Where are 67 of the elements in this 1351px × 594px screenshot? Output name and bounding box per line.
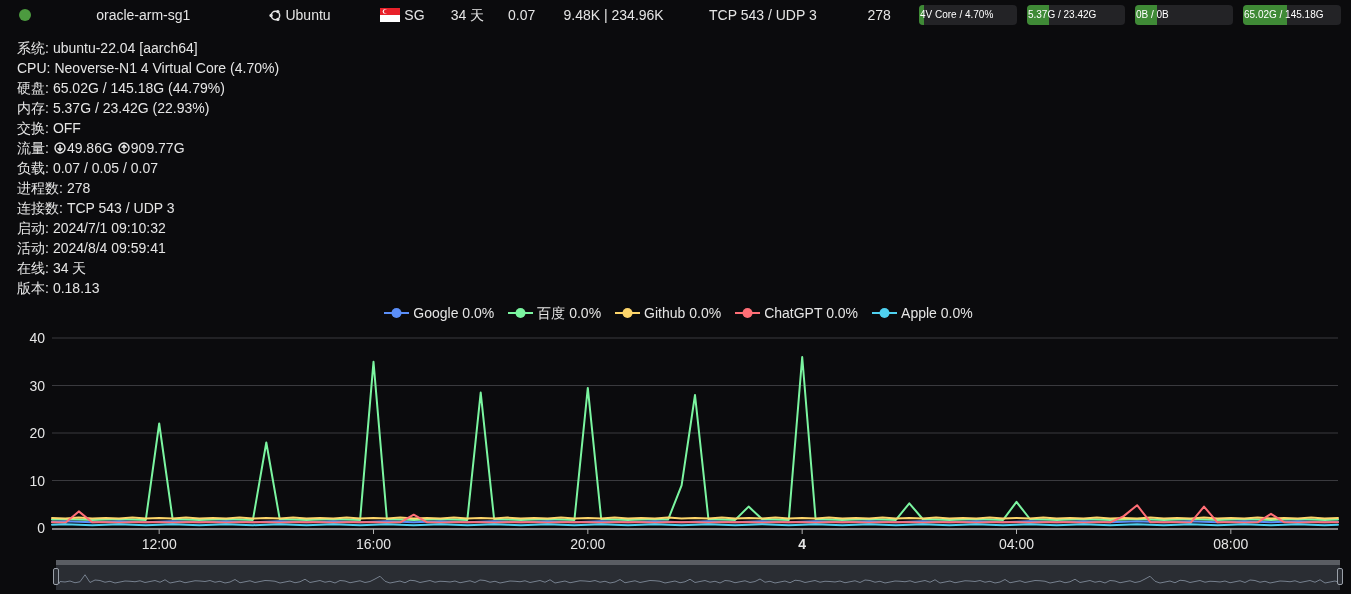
download-value: 49.86G: [66, 139, 113, 158]
bar-label: 65.02G / 145.18G: [1244, 8, 1324, 22]
axis-label: 4: [798, 536, 807, 552]
detail-label: 系统:: [17, 39, 49, 58]
detail-value: TCP 543 / UDP 3: [66, 199, 175, 218]
detail-value: ubuntu-22.04 [aarch64]: [52, 39, 198, 58]
detail-value: OFF: [52, 119, 81, 138]
bar-label: 0B / 0B: [1135, 8, 1169, 22]
detail-label: 版本:: [17, 279, 49, 298]
detail-label: 活动:: [17, 239, 49, 258]
circle-logo-icon: [269, 8, 283, 22]
legend-item[interactable]: ChatGPT 0.0%: [735, 302, 859, 324]
axis-label: 12:00: [141, 536, 177, 552]
detail-label: 负载:: [17, 159, 49, 178]
traffic-text: 9.48K | 234.96K: [563, 5, 665, 25]
detail-value: 65.02G / 145.18G (44.79%): [52, 79, 225, 98]
uptime-text: 34 天: [450, 5, 486, 25]
detail-label: CPU:: [17, 59, 51, 78]
axis-label: 04:00: [999, 536, 1034, 552]
axis-label: 20:00: [570, 536, 606, 552]
axis-label: 10: [29, 472, 45, 489]
upload-value: 909.77G: [130, 139, 185, 158]
download-icon: [53, 142, 66, 154]
region-code: SG: [404, 5, 425, 25]
detail-label: 启动:: [17, 219, 49, 238]
legend-marker-icon: [508, 307, 534, 319]
zoom-slider[interactable]: [56, 560, 1340, 590]
detail-value: 5.37G / 23.42G (22.93%): [52, 99, 210, 118]
legend-marker-icon: [384, 307, 410, 319]
slider-handle[interactable]: [1337, 568, 1343, 585]
connections-text: TCP 543 / UDP 3: [709, 5, 818, 25]
detail-value: Neoverse-N1 4 Virtual Core (4.70%): [54, 59, 280, 78]
axis-label: 30: [29, 377, 45, 394]
detail-label: 硬盘:: [17, 79, 49, 98]
os-name: Ubuntu: [285, 5, 331, 25]
legend-item[interactable]: Github 0.0%: [615, 302, 722, 324]
detail-value: 0.07 / 0.05 / 0.07: [52, 159, 158, 178]
detail-label: 流量:: [17, 139, 49, 158]
process-count: 278: [867, 5, 892, 25]
detail-value: 2024/8/4 09:59:41: [52, 239, 166, 258]
upload-icon: [117, 142, 130, 154]
detail-label: 内存:: [17, 99, 49, 118]
legend-marker-icon: [872, 307, 898, 319]
axis-label: 08:00: [1213, 536, 1249, 552]
server-name: oracle-arm-sg1: [96, 5, 192, 25]
axis-label: 20: [29, 425, 45, 441]
detail-value: 278: [66, 179, 91, 198]
axis-label: 40: [29, 330, 45, 346]
detail-value: 0.18.13: [52, 279, 100, 298]
legend-item[interactable]: 百度 0.0%: [508, 302, 602, 324]
detail-label: 进程数:: [17, 179, 63, 198]
detail-value: 2024/7/1 09:10:32: [52, 219, 166, 238]
detail-value: 34 天: [52, 259, 87, 278]
axis-label: 16:00: [356, 536, 391, 552]
axis-label: 0: [37, 520, 45, 536]
detail-label: 交换:: [17, 119, 49, 138]
detail-label: 在线:: [17, 259, 49, 278]
load-text: 0.07: [508, 5, 537, 25]
slider-handle[interactable]: [53, 568, 59, 585]
detail-label: 连接数:: [17, 199, 63, 218]
legend-item[interactable]: Apple 0.0%: [872, 302, 973, 324]
bar-label: 4V Core / 4.70%: [919, 8, 994, 22]
legend-item[interactable]: Google 0.0%: [384, 302, 495, 324]
bar-label: 5.37G / 23.42G: [1027, 8, 1097, 22]
legend-marker-icon: [735, 307, 761, 319]
legend-marker-icon: [615, 307, 641, 319]
flag-icon: [380, 8, 401, 22]
